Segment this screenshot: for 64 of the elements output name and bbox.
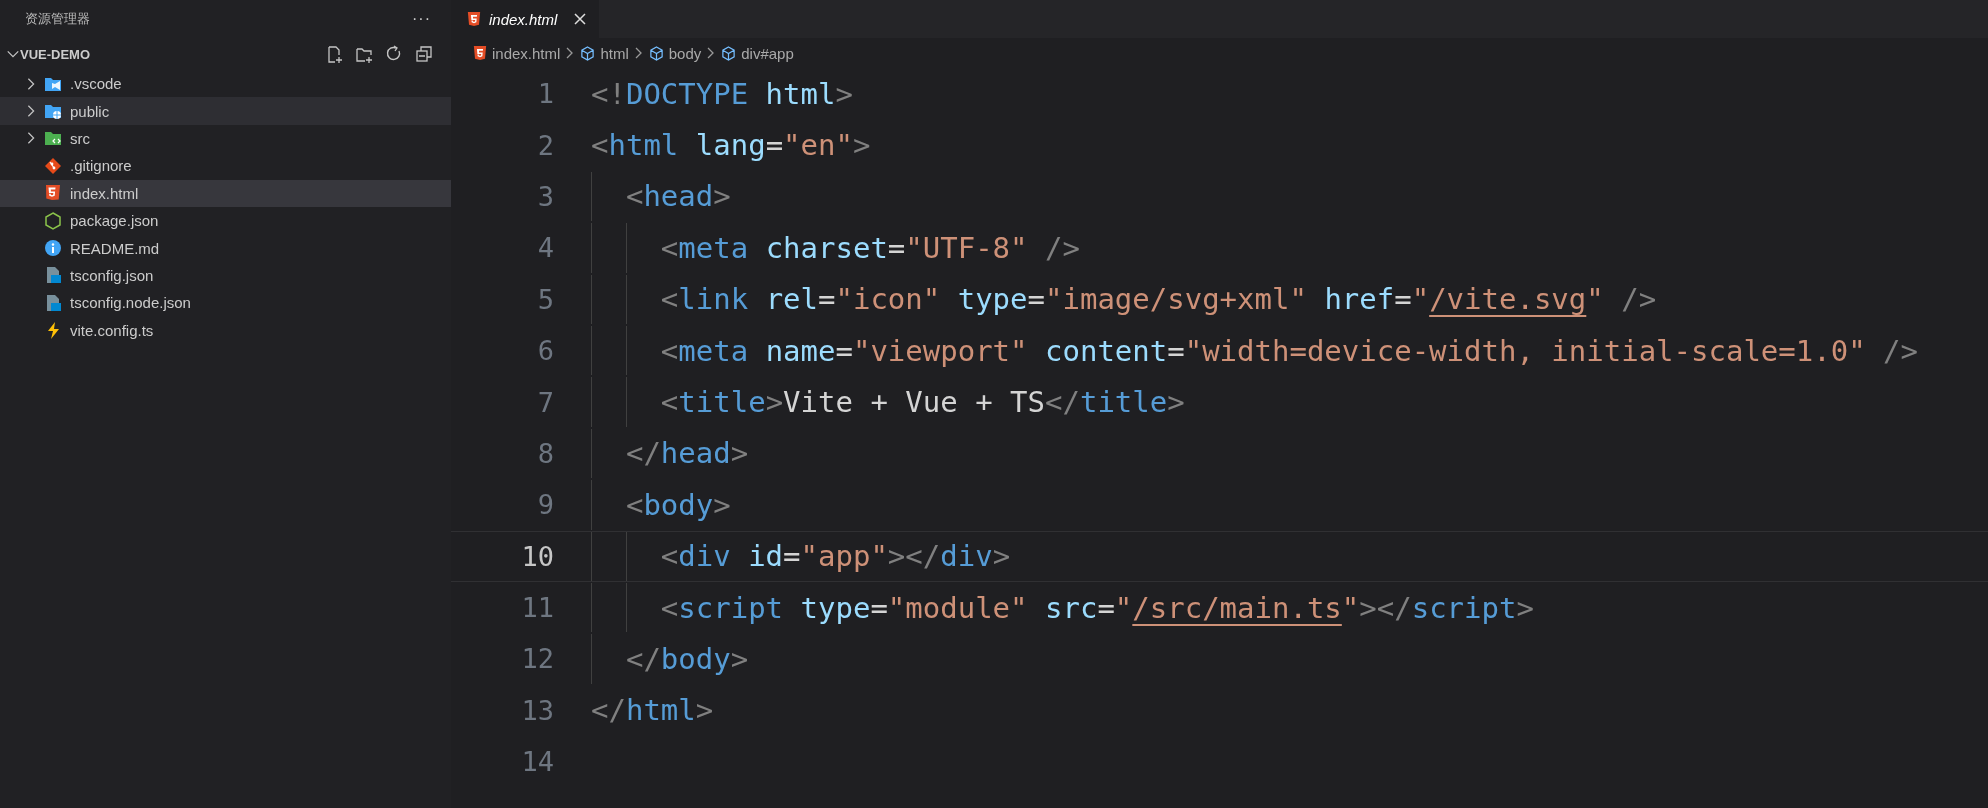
code-line: <body> xyxy=(591,480,731,530)
info-icon xyxy=(44,239,62,258)
line-number: 3 xyxy=(536,180,555,212)
code-line: <html lang="en"> xyxy=(591,127,871,165)
line-number: 8 xyxy=(536,437,555,469)
file-icon xyxy=(44,293,62,312)
code-line: <link rel="icon" type="image/svg+xml" href="/vite.svg" /> xyxy=(591,274,1657,324)
collapse-all-icon[interactable] xyxy=(415,45,433,63)
code-line: <head> xyxy=(591,171,731,222)
more-actions-button[interactable]: ··· xyxy=(412,10,431,28)
line-number: 12 xyxy=(520,643,555,675)
code-line: <meta charset="UTF-8" /> xyxy=(591,223,1080,273)
file-tree-item[interactable]: vite.config.ts xyxy=(0,316,451,344)
line-number: 7 xyxy=(536,386,555,418)
breadcrumb-item[interactable]: index.html xyxy=(492,44,561,62)
line-number: 5 xyxy=(536,283,555,315)
code-line: </head> xyxy=(591,428,749,479)
refresh-icon[interactable] xyxy=(385,45,403,63)
file-tree-item[interactable]: index.html xyxy=(0,179,451,207)
new-file-icon[interactable] xyxy=(325,45,343,63)
line-number: 1 xyxy=(536,78,555,110)
line-number: 4 xyxy=(536,232,555,264)
line-number: 9 xyxy=(536,489,555,521)
close-icon xyxy=(573,12,588,26)
code-line: <meta name="viewport" content="width=device-width, initial-scale=1.0" /> xyxy=(591,325,1918,376)
diamond-icon xyxy=(44,156,62,175)
html5-icon xyxy=(467,11,481,27)
line-number: 11 xyxy=(520,592,555,624)
code-line: <title>Vite + Vue + TS</title> xyxy=(591,377,1185,427)
html5-icon xyxy=(44,184,62,203)
file-icon xyxy=(44,266,62,285)
panel-title: 资源管理器 xyxy=(25,10,90,28)
file-tree-item[interactable]: package.json xyxy=(0,206,451,235)
editor-tab[interactable]: index.html xyxy=(451,0,600,38)
folder-icon xyxy=(44,129,62,148)
breadcrumb-item[interactable]: body xyxy=(668,44,702,62)
html5-icon xyxy=(473,45,487,61)
new-folder-icon[interactable] xyxy=(355,45,373,63)
file-tree-item[interactable]: public xyxy=(0,97,451,125)
chevron-icon xyxy=(633,47,644,59)
file-tree-item[interactable]: src xyxy=(0,124,451,153)
line-number: 14 xyxy=(520,746,555,778)
breadcrumb-item[interactable]: div#app xyxy=(741,44,794,62)
file-tree-item[interactable]: .gitignore xyxy=(0,152,451,180)
code-line: <!DOCTYPE html> xyxy=(591,75,853,113)
folder-icon xyxy=(44,102,62,121)
line-number: 10 xyxy=(520,540,555,572)
hexagon-icon xyxy=(44,211,62,230)
cube-icon xyxy=(721,45,737,61)
root-folder-row[interactable]: VUE-DEMO xyxy=(0,38,451,70)
code-line: <div id="app"></div> xyxy=(591,531,1011,581)
breadcrumb-item[interactable]: html xyxy=(600,44,629,62)
cube-icon xyxy=(580,45,596,61)
line-number: 6 xyxy=(536,335,555,367)
file-tree-item[interactable]: README.md xyxy=(0,234,451,262)
code-line: </body> xyxy=(591,634,749,684)
line-number: 2 xyxy=(536,129,555,161)
cube-icon xyxy=(648,45,664,61)
code-line: <script type="module" src="/src/main.ts"></script> xyxy=(591,582,1534,633)
line-number: 13 xyxy=(520,694,555,726)
file-tree-item[interactable]: .vscode xyxy=(0,70,451,98)
code-line: </html> xyxy=(591,692,714,730)
file-tree-item[interactable]: tsconfig.json xyxy=(0,261,451,290)
file-tree-item[interactable]: tsconfig.node.json xyxy=(0,289,451,317)
